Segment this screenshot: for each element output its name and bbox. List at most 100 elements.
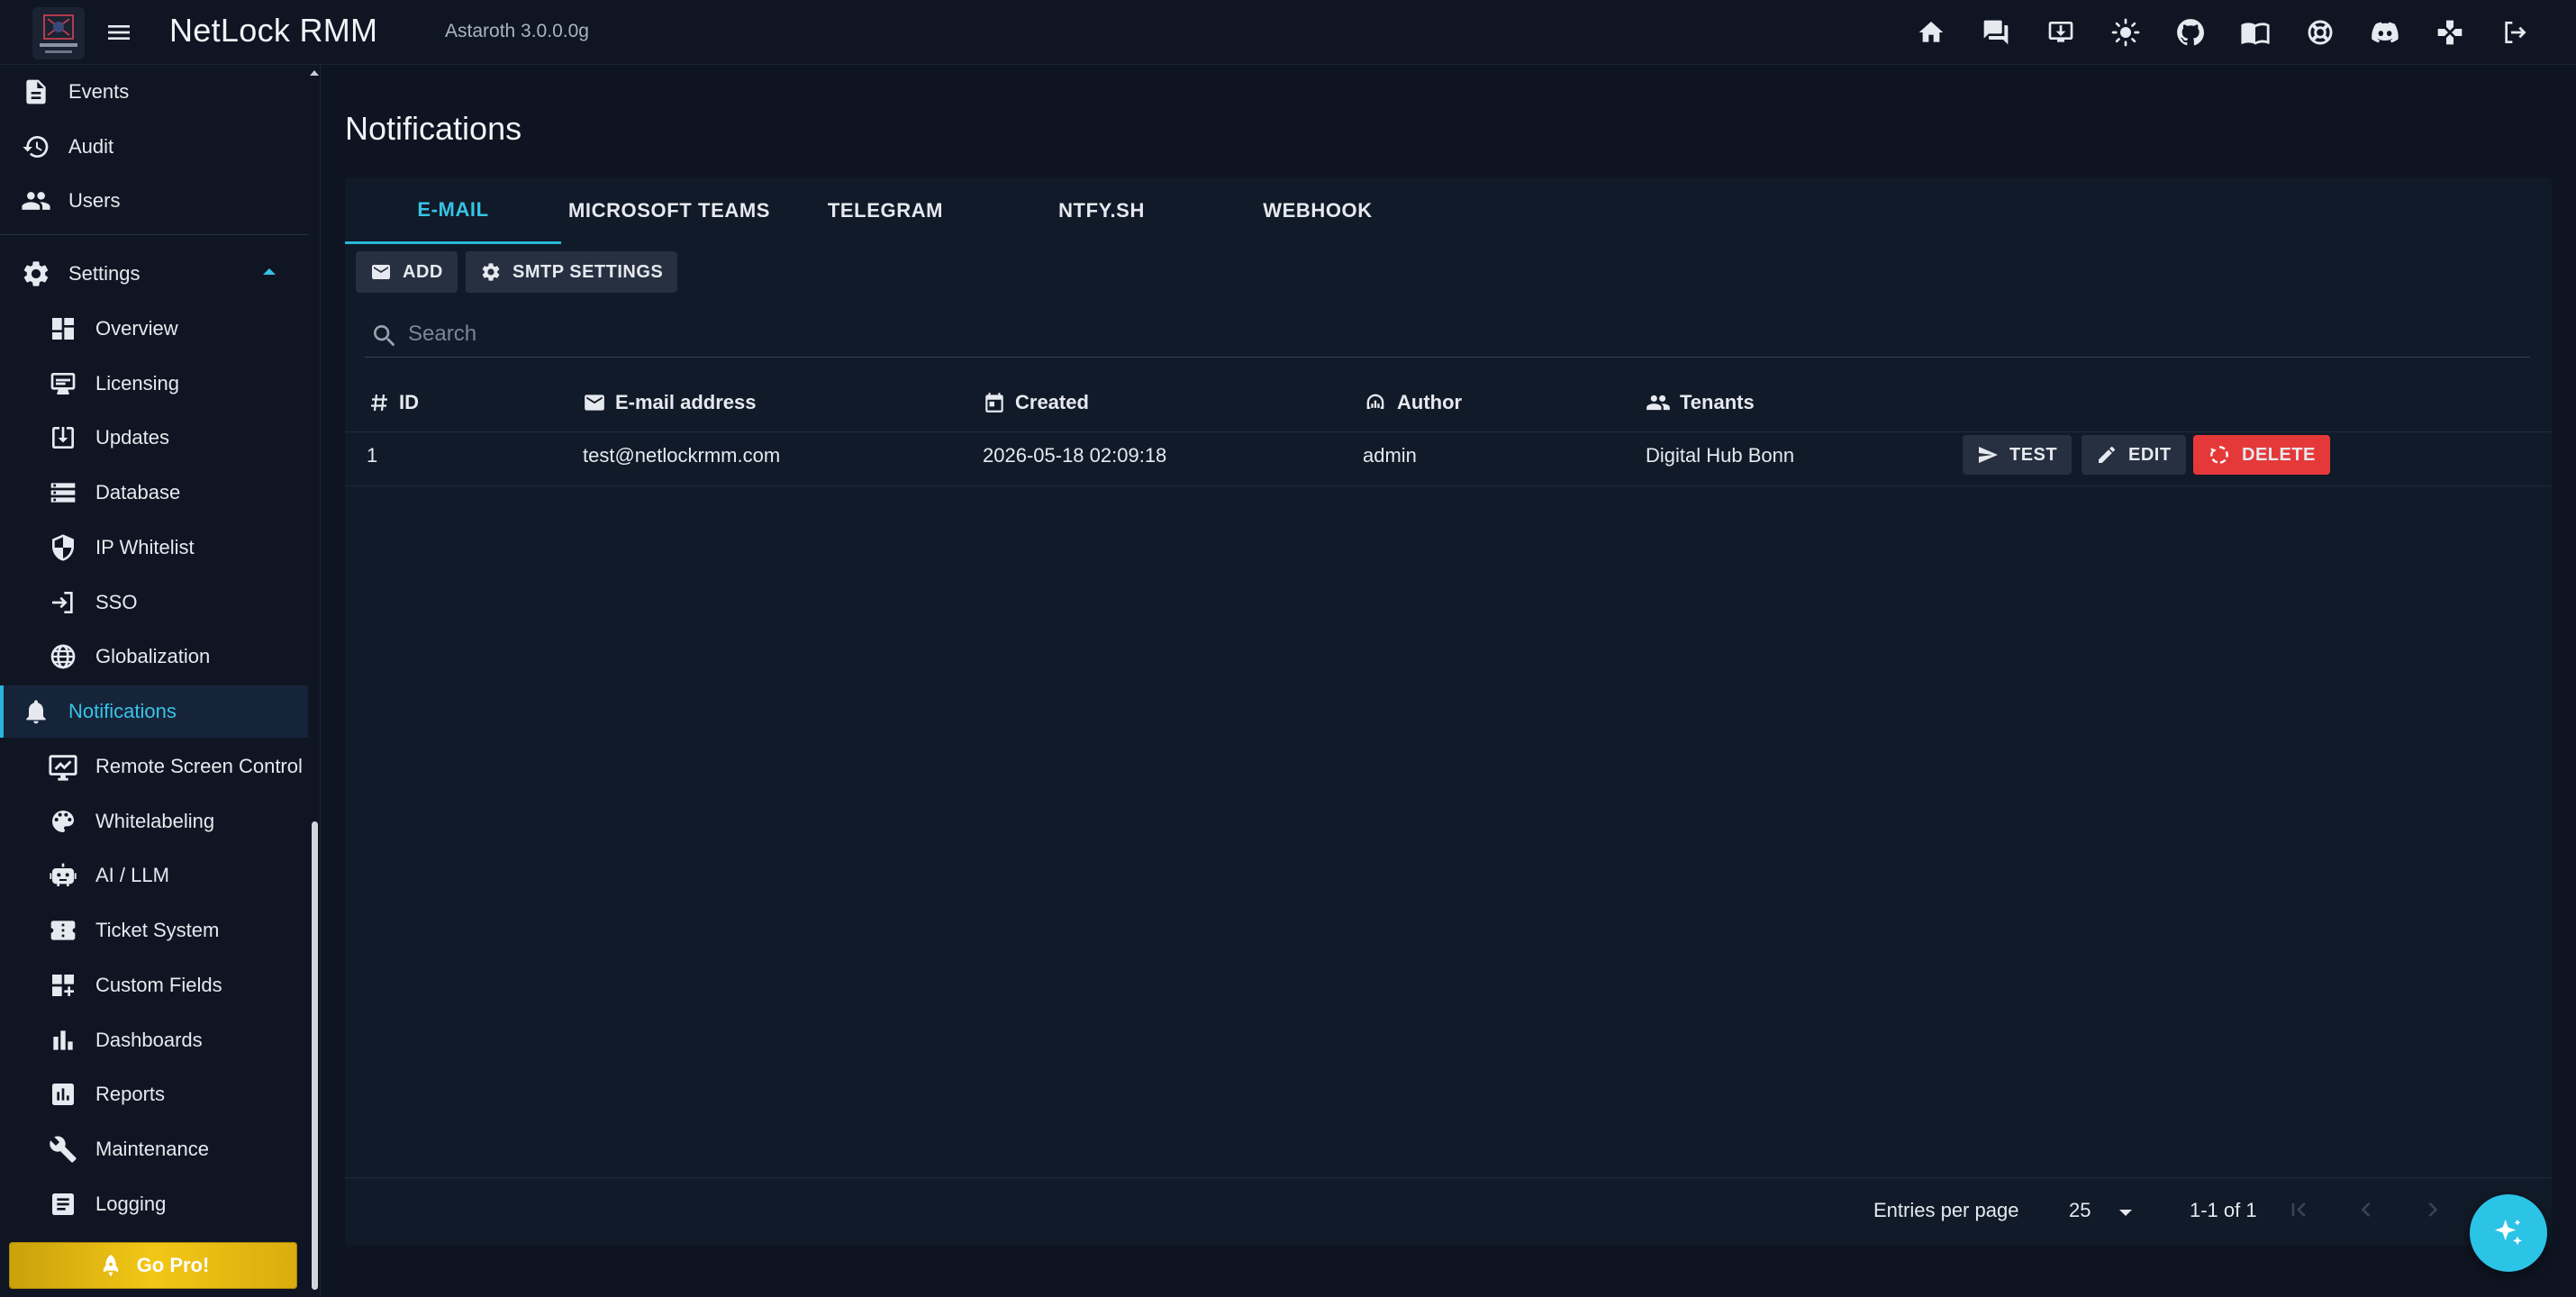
column-header-label: Created bbox=[1015, 391, 1089, 413]
add-email-button[interactable]: ADD bbox=[356, 251, 458, 293]
table-row-divider bbox=[345, 485, 2552, 486]
sidebar-item-ticket-system[interactable]: Ticket System bbox=[0, 904, 308, 957]
go-pro-button[interactable]: Go Pro! bbox=[9, 1242, 297, 1289]
column-header-tenants[interactable]: Tenants bbox=[1646, 385, 1755, 421]
table-header-divider bbox=[345, 431, 2552, 432]
sidebar-item-sso[interactable]: SSO bbox=[0, 576, 308, 629]
table-footer-divider bbox=[345, 1177, 2552, 1178]
download-agent-button[interactable] bbox=[2043, 14, 2079, 50]
author-icon bbox=[1366, 394, 1384, 409]
sidebar-item-label: SSO bbox=[95, 591, 138, 613]
first-page-button[interactable] bbox=[2283, 1193, 2316, 1226]
sidebar-item-reports[interactable]: Reports bbox=[0, 1068, 308, 1120]
column-header-id[interactable]: ID bbox=[368, 385, 419, 421]
entries-per-page-select[interactable]: 25 bbox=[2069, 1199, 2091, 1222]
wrench-icon bbox=[47, 1133, 79, 1165]
sidebar-group-label: Settings bbox=[68, 262, 141, 285]
sidebar-item-label: Ticket System bbox=[95, 919, 220, 941]
events-document-icon bbox=[20, 76, 52, 108]
edit-button-label: EDIT bbox=[2128, 444, 2172, 465]
menu-toggle-button[interactable] bbox=[104, 18, 133, 47]
mail-icon bbox=[372, 265, 390, 279]
sidebar-item-licensing[interactable]: Licensing bbox=[0, 358, 308, 410]
sidebar-item-database[interactable]: Database bbox=[0, 467, 308, 519]
sidebar-item-audit[interactable]: Audit bbox=[0, 121, 308, 173]
ai-assistant-button[interactable] bbox=[2470, 1194, 2547, 1272]
chevron-down-icon[interactable] bbox=[2119, 1210, 2132, 1216]
sidebar-item-custom-fields[interactable]: Custom Fields bbox=[0, 959, 308, 1011]
sidebar-item-overview[interactable]: Overview bbox=[0, 303, 308, 355]
sidebar-item-notifications[interactable]: Notifications bbox=[0, 685, 308, 738]
search-icon bbox=[374, 325, 395, 347]
column-header-email[interactable]: E-mail address bbox=[583, 385, 757, 421]
gear-icon bbox=[20, 258, 52, 290]
database-icon bbox=[47, 476, 79, 509]
docs-book-icon bbox=[2241, 23, 2270, 45]
sidebar-item-ai-llm[interactable]: AI / LLM bbox=[0, 849, 308, 902]
github-button[interactable] bbox=[2172, 14, 2209, 50]
calendar-icon bbox=[985, 393, 1003, 413]
sidebar-item-dashboards[interactable]: Dashboards bbox=[0, 1014, 308, 1066]
discord-button[interactable] bbox=[2367, 14, 2403, 50]
users-group-icon bbox=[20, 185, 52, 217]
sidebar-item-users[interactable]: Users bbox=[0, 175, 308, 227]
sidebar-item-label: Globalization bbox=[95, 645, 211, 667]
tab-telegram[interactable]: TELEGRAM bbox=[777, 177, 993, 244]
sidebar-item-updates[interactable]: Updates bbox=[0, 412, 308, 464]
sidebar-scroll-thumb[interactable] bbox=[312, 821, 318, 1290]
column-header-label: ID bbox=[399, 391, 419, 413]
test-button[interactable]: TEST bbox=[1963, 435, 2073, 475]
gamepad-button[interactable] bbox=[2432, 14, 2468, 50]
column-header-label: Author bbox=[1397, 391, 1463, 413]
chevron-up-icon bbox=[263, 268, 276, 275]
tab-ntfy-sh[interactable]: NTFY.SH bbox=[993, 177, 1210, 244]
sidebar-item-remote-screen-control[interactable]: Remote Screen Control bbox=[0, 740, 308, 793]
sidebar-item-ip-whitelist[interactable]: IP Whitelist bbox=[0, 522, 308, 574]
edit-button[interactable]: EDIT bbox=[2082, 435, 2186, 475]
search-input[interactable] bbox=[408, 318, 2480, 350]
chevron-right-icon bbox=[2428, 1202, 2438, 1217]
previous-page-button[interactable] bbox=[2350, 1193, 2382, 1226]
top-app-bar: NetLock RMM Astaroth 3.0.0.0g bbox=[0, 0, 2576, 65]
entries-per-page-label: Entries per page bbox=[1873, 1199, 2019, 1221]
tab-email[interactable]: E-MAIL bbox=[345, 177, 561, 244]
support-button[interactable] bbox=[2302, 14, 2338, 50]
hash-icon bbox=[371, 394, 387, 412]
next-page-button[interactable] bbox=[2417, 1193, 2449, 1226]
login-arrow-icon bbox=[47, 586, 79, 619]
sidebar-item-logging[interactable]: Logging bbox=[0, 1178, 308, 1230]
sidebar-item-events[interactable]: Events bbox=[0, 66, 308, 118]
mail-icon bbox=[585, 395, 604, 411]
documentation-button[interactable] bbox=[2237, 14, 2273, 50]
smtp-settings-button[interactable]: SMTP SETTINGS bbox=[466, 251, 678, 293]
send-icon bbox=[1979, 447, 1998, 463]
recycle-delete-icon bbox=[2210, 446, 2228, 464]
sidebar-group-settings[interactable]: Settings bbox=[0, 248, 308, 300]
sidebar-item-label: Users bbox=[68, 189, 121, 212]
sidebar-item-whitelabeling[interactable]: Whitelabeling bbox=[0, 795, 308, 848]
bar-chart-icon bbox=[47, 1024, 79, 1057]
sidebar-item-label: Custom Fields bbox=[95, 974, 222, 996]
sidebar-item-maintenance[interactable]: Maintenance bbox=[0, 1123, 308, 1175]
ticket-icon bbox=[47, 914, 79, 947]
sidebar-item-label: AI / LLM bbox=[95, 864, 169, 886]
notification-channel-tabs: E-MAIL MICROSOFT TEAMS TELEGRAM NTFY.SH … bbox=[345, 177, 2552, 244]
theme-toggle-button[interactable] bbox=[2108, 14, 2144, 50]
column-header-created[interactable]: Created bbox=[983, 385, 1089, 421]
delete-button[interactable]: DELETE bbox=[2193, 435, 2330, 475]
smtp-settings-label: SMTP SETTINGS bbox=[512, 261, 664, 282]
tab-microsoft-teams[interactable]: MICROSOFT TEAMS bbox=[561, 177, 777, 244]
home-button[interactable] bbox=[1913, 14, 1949, 50]
column-header-author[interactable]: Author bbox=[1363, 385, 1462, 421]
globe-icon bbox=[47, 640, 79, 673]
robot-icon bbox=[47, 859, 79, 892]
chat-button[interactable] bbox=[1978, 14, 2014, 50]
rocket-icon bbox=[103, 1255, 118, 1277]
sidebar-item-label: Dashboards bbox=[95, 1029, 203, 1051]
home-icon bbox=[1918, 22, 1944, 42]
shield-icon bbox=[47, 531, 79, 564]
support-lifebuoy-icon bbox=[2308, 20, 2333, 45]
logout-button[interactable] bbox=[2497, 14, 2533, 50]
tab-webhook[interactable]: WEBHOOK bbox=[1210, 177, 1426, 244]
sidebar-item-globalization[interactable]: Globalization bbox=[0, 630, 308, 683]
